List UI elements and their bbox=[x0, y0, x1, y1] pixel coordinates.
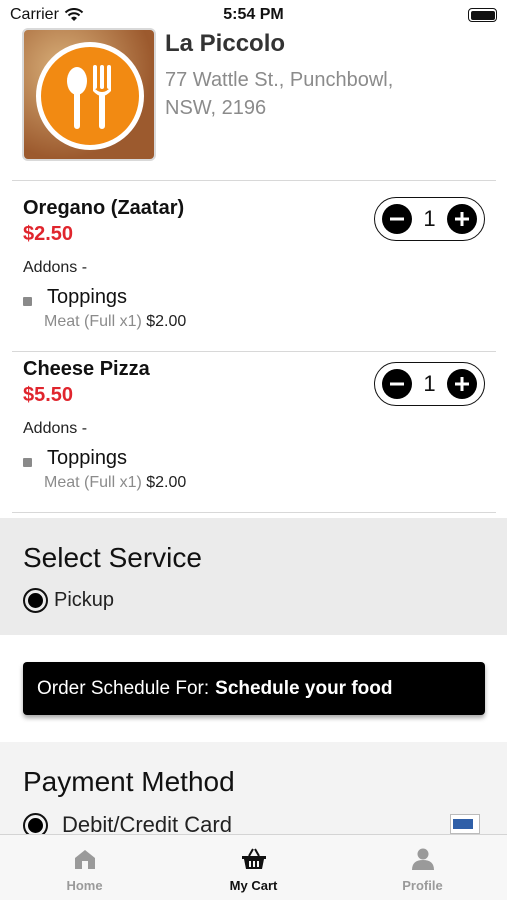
addons-label: Addons - bbox=[23, 420, 88, 437]
divider bbox=[12, 351, 496, 352]
addon-name: Toppings bbox=[47, 286, 128, 308]
address-line-1: 77 Wattle St., Punchbowl, bbox=[165, 69, 394, 91]
item-price: $2.50 bbox=[23, 223, 74, 245]
select-service-title: Select Service bbox=[23, 542, 202, 573]
schedule-order-button[interactable]: Order Schedule For: Schedule your food bbox=[23, 662, 485, 715]
quantity-value: 1 bbox=[423, 206, 436, 231]
addon-detail-text: Meat (Full x1) bbox=[44, 474, 142, 491]
addon-price: $2.00 bbox=[146, 313, 187, 330]
tab-my-cart[interactable]: My Cart bbox=[169, 835, 338, 900]
divider bbox=[12, 512, 496, 513]
quantity-stepper: 1 bbox=[374, 362, 485, 406]
cart-item: Cheese Pizza $5.50 Addons - Toppings Mea… bbox=[23, 358, 485, 518]
payment-method-section: Payment Method Debit/Credit Card bbox=[0, 742, 507, 842]
pickup-label: Pickup bbox=[54, 589, 115, 611]
tab-my-cart-label: My Cart bbox=[229, 878, 278, 893]
plus-icon bbox=[455, 377, 469, 391]
item-name: Oregano (Zaatar) bbox=[23, 197, 185, 219]
tab-home[interactable]: Home bbox=[0, 835, 169, 900]
increment-button[interactable] bbox=[447, 204, 477, 234]
select-service-section: Select Service Pickup bbox=[0, 518, 507, 635]
battery-icon bbox=[468, 8, 497, 22]
cart-item: Oregano (Zaatar) $2.50 Addons - Toppings… bbox=[23, 197, 485, 357]
address-line-2: NSW, 2196 bbox=[165, 97, 267, 119]
pickup-option[interactable]: Pickup bbox=[23, 588, 114, 613]
decrement-button[interactable] bbox=[382, 204, 412, 234]
item-price: $5.50 bbox=[23, 384, 74, 406]
plus-icon bbox=[455, 212, 469, 226]
tab-profile[interactable]: Profile bbox=[338, 835, 507, 900]
home-icon bbox=[74, 850, 95, 869]
increment-button[interactable] bbox=[447, 369, 477, 399]
quantity-value: 1 bbox=[423, 371, 436, 396]
fork-spoon-icon bbox=[36, 42, 144, 150]
tab-home-label: Home bbox=[66, 878, 103, 893]
schedule-value: Schedule your food bbox=[215, 677, 393, 699]
restaurant-header: La Piccolo 77 Wattle St., Punchbowl, NSW… bbox=[22, 28, 492, 163]
addon-detail-text: Meat (Full x1) bbox=[44, 313, 142, 330]
status-bar: Carrier 5:54 PM bbox=[0, 0, 507, 30]
addon-price: $2.00 bbox=[146, 474, 187, 491]
basket-icon bbox=[241, 848, 266, 869]
status-time: 5:54 PM bbox=[223, 6, 284, 23]
schedule-prefix: Order Schedule For: bbox=[37, 677, 210, 699]
addon-detail: Meat (Full x1) $2.00 bbox=[44, 313, 186, 331]
tab-profile-label: Profile bbox=[402, 878, 443, 893]
addons-label: Addons - bbox=[23, 259, 88, 276]
addon-detail: Meat (Full x1) $2.00 bbox=[44, 474, 186, 492]
addon-bullet bbox=[23, 297, 32, 306]
divider bbox=[12, 180, 496, 181]
person-icon bbox=[411, 848, 434, 870]
radio-selected-icon bbox=[23, 588, 48, 613]
restaurant-logo bbox=[22, 28, 156, 161]
minus-icon bbox=[390, 217, 404, 221]
minus-icon bbox=[390, 382, 404, 386]
addon-name: Toppings bbox=[47, 447, 128, 469]
decrement-button[interactable] bbox=[382, 369, 412, 399]
payment-method-title: Payment Method bbox=[23, 766, 235, 797]
credit-card-icon bbox=[450, 814, 480, 834]
addon-bullet bbox=[23, 458, 32, 467]
item-name: Cheese Pizza bbox=[23, 358, 150, 380]
quantity-stepper: 1 bbox=[374, 197, 485, 241]
tab-bar: Home My Cart Profile bbox=[0, 834, 507, 900]
restaurant-address: 77 Wattle St., Punchbowl, NSW, 2196 bbox=[165, 66, 445, 122]
restaurant-name: La Piccolo bbox=[165, 30, 286, 57]
